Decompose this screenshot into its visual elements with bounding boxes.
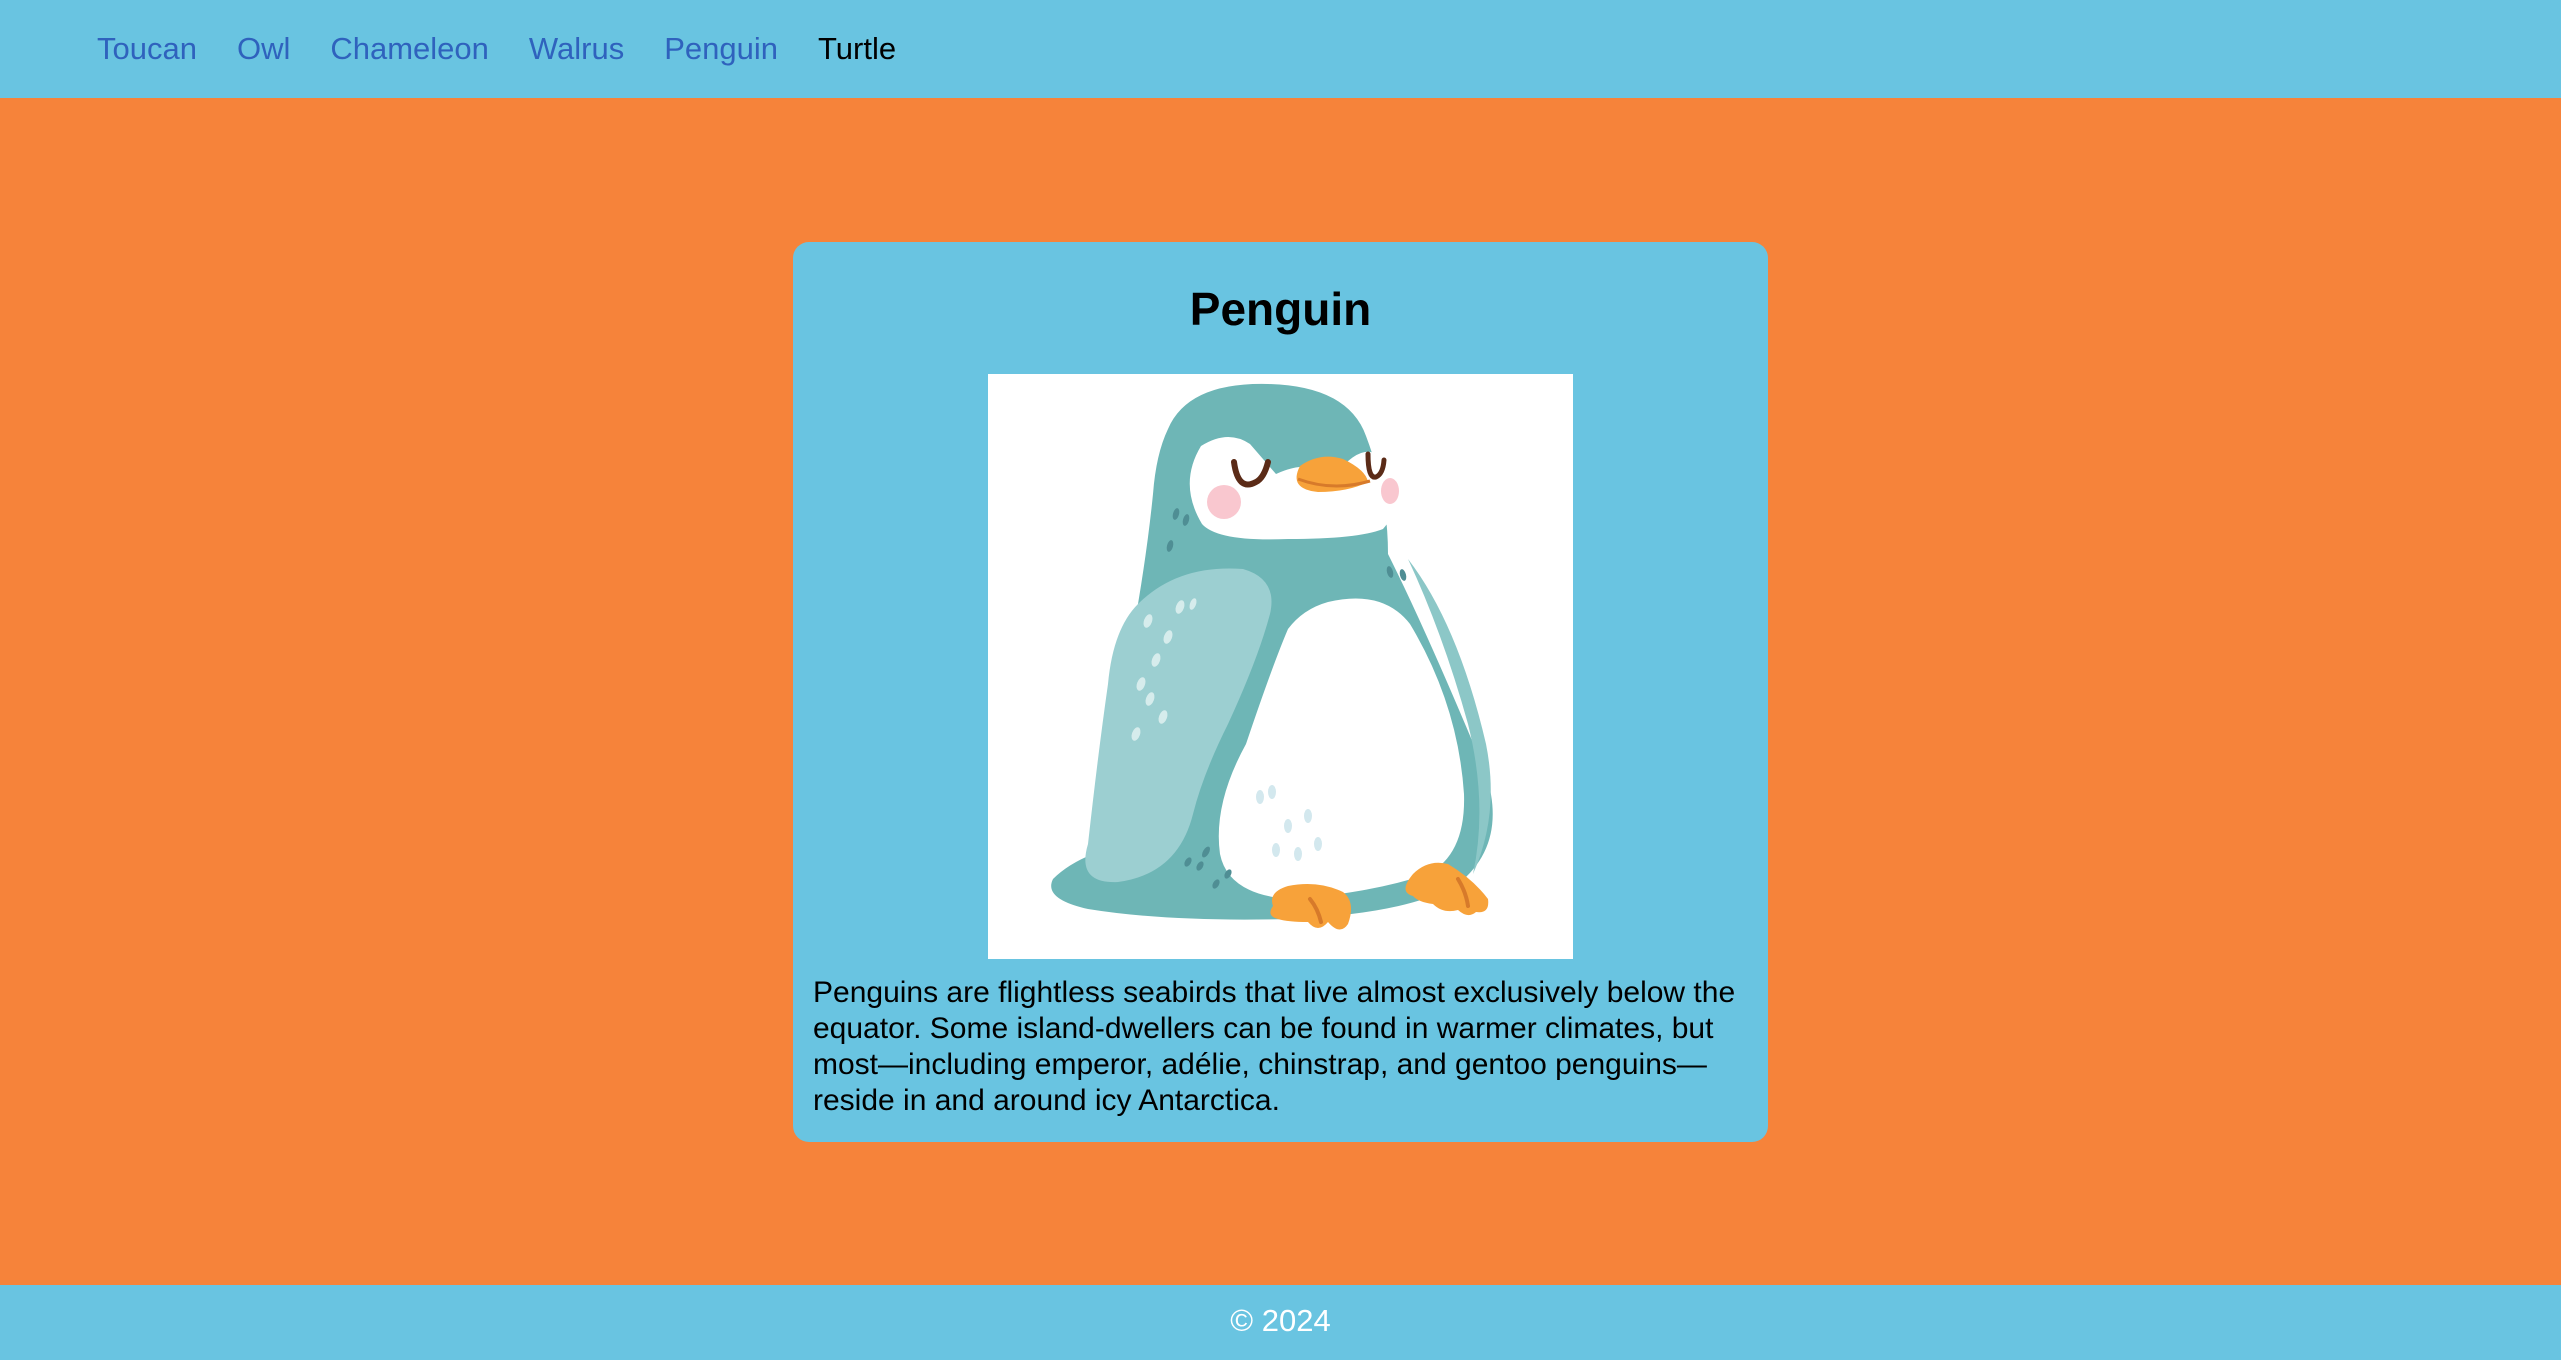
top-navigation: Toucan Owl Chameleon Walrus Penguin Turt…	[0, 0, 2561, 98]
card-description: Penguins are flightless seabirds that li…	[813, 976, 1736, 1117]
nav-link-owl[interactable]: Owl	[237, 33, 290, 64]
penguin-illustration	[1051, 383, 1493, 930]
copyright-text: © 2024	[1230, 1302, 1331, 1338]
animal-card: Penguin Penguins are flightless seabirds…	[793, 242, 1768, 1142]
nav-link-chameleon[interactable]: Chameleon	[330, 33, 489, 64]
page-footer: © 2024	[0, 1285, 2561, 1360]
nav-item-turtle: Turtle	[818, 30, 897, 66]
nav-link-penguin[interactable]: Penguin	[664, 33, 778, 64]
card-title: Penguin	[1189, 283, 1372, 335]
nav-link-toucan[interactable]: Toucan	[97, 33, 197, 64]
penguin-image	[988, 374, 1573, 959]
nav-link-walrus[interactable]: Walrus	[529, 33, 624, 64]
